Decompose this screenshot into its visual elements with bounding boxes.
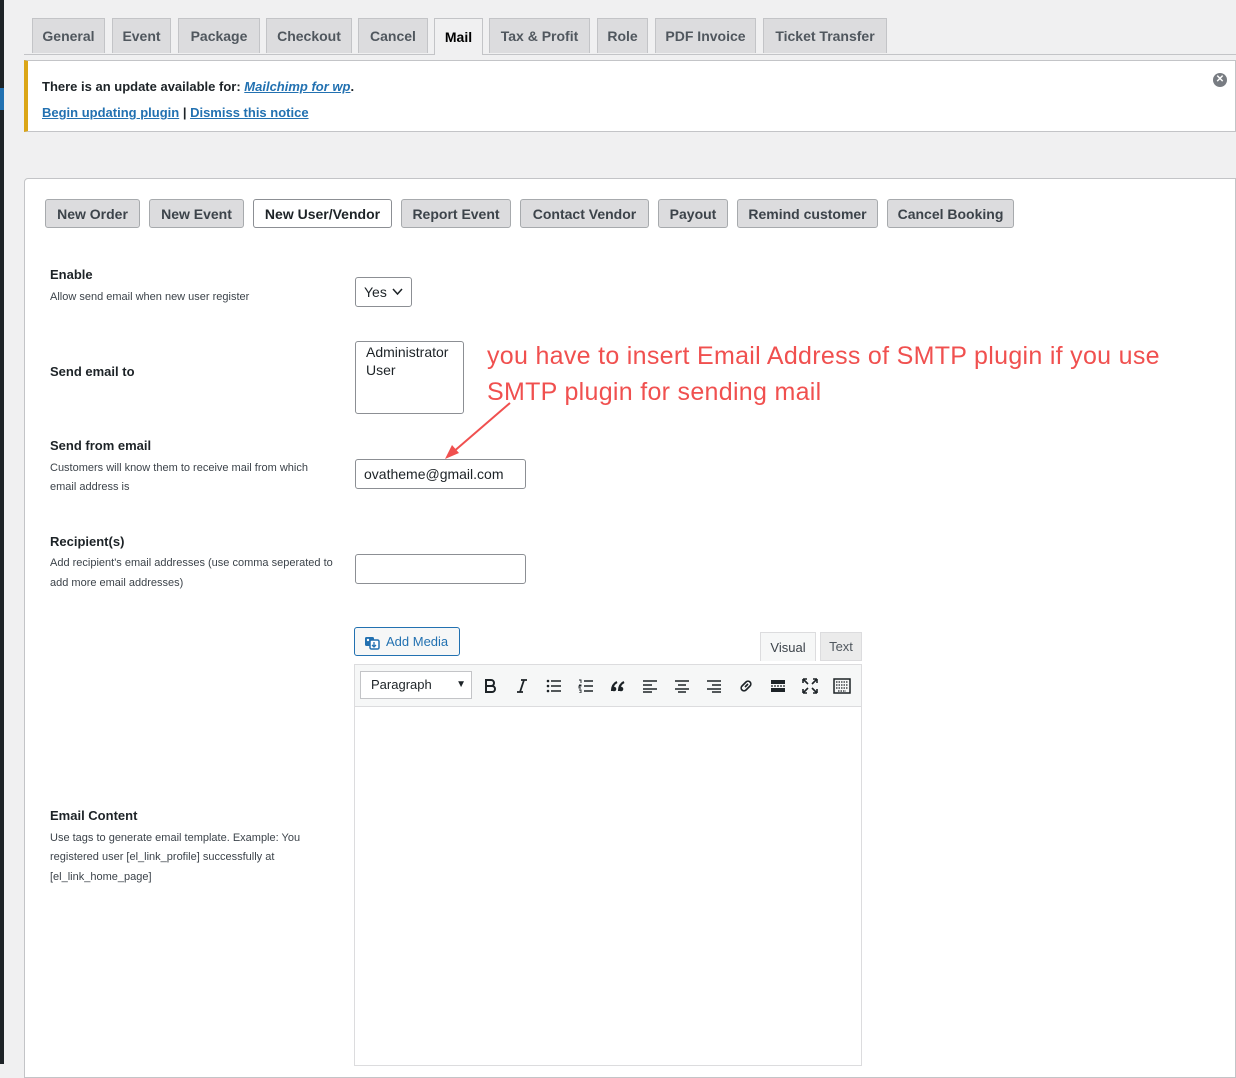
annotation-arrow-icon [445, 402, 511, 459]
